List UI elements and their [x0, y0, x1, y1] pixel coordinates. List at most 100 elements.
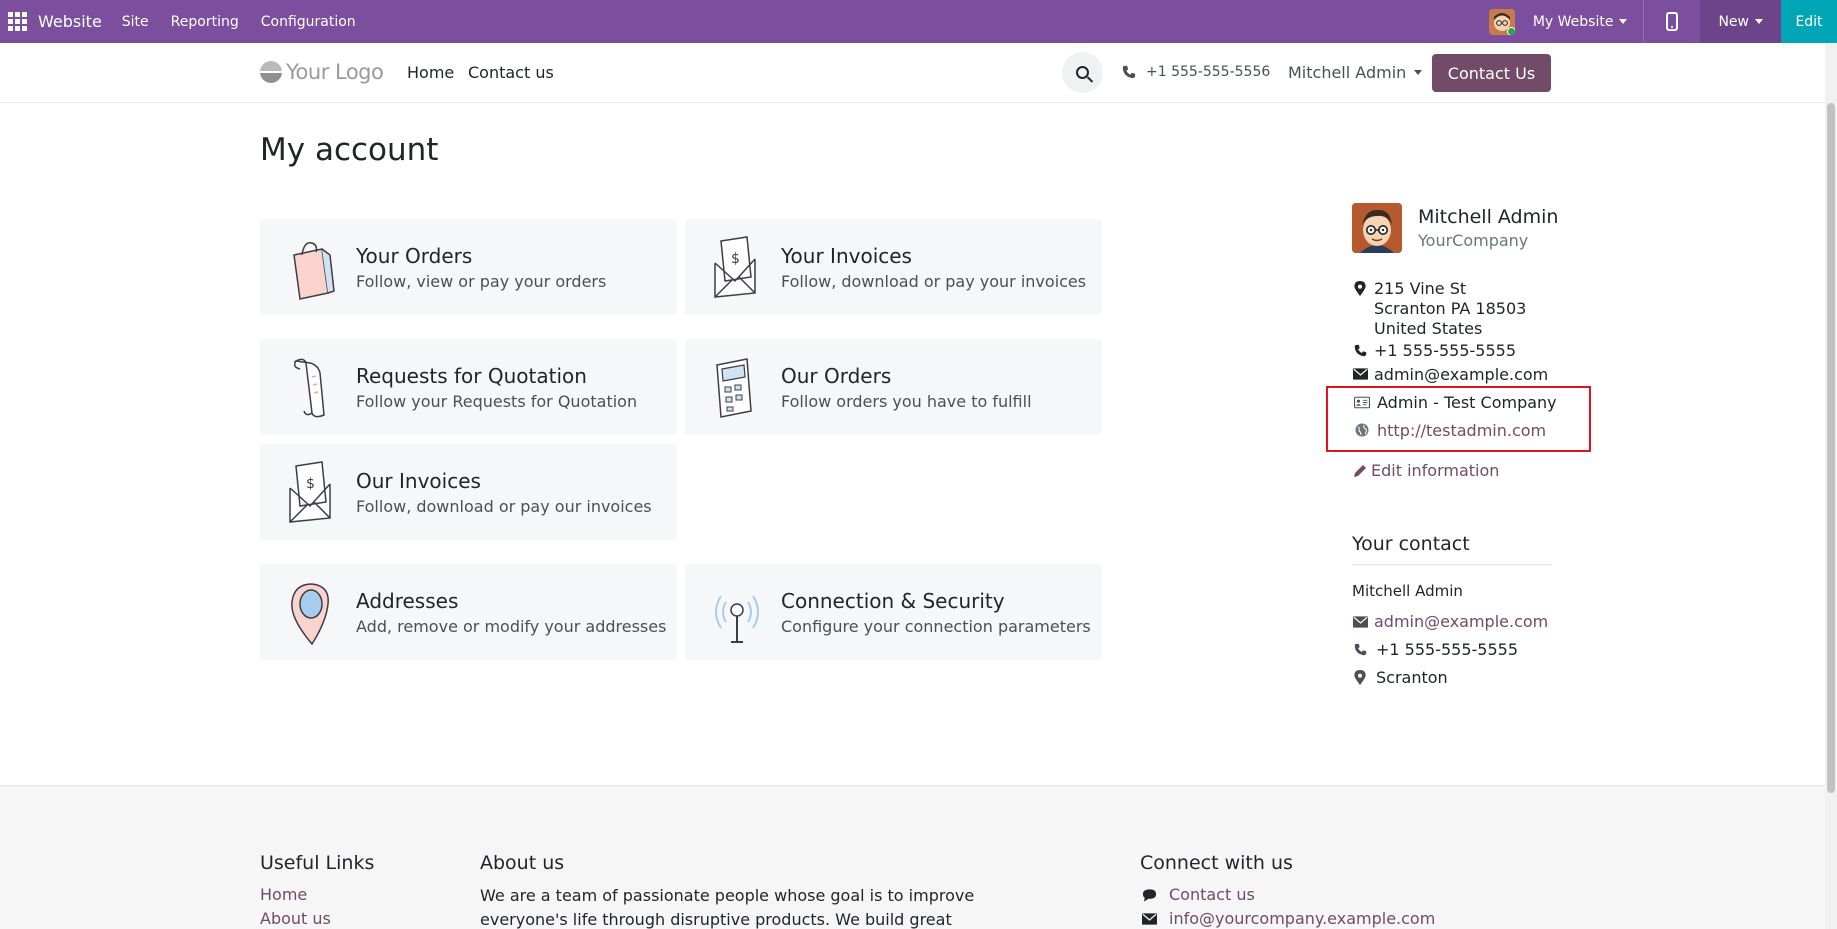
map-marker-icon: [1352, 280, 1368, 296]
profile-phone: +1 555-555-5555: [1374, 341, 1517, 360]
envelope-icon: [1352, 366, 1368, 382]
footer-link-about-us[interactable]: About us: [260, 909, 331, 928]
phone-icon: [1352, 641, 1368, 657]
header-phone-number: +1 555-555-5556: [1146, 64, 1271, 80]
website-header: Your Logo Home Contact us +1 555-555-555…: [0, 43, 1825, 103]
contact-phone: +1 555-555-5555: [1376, 640, 1519, 659]
card-our-orders[interactable]: Our Orders Follow orders you have to ful…: [685, 339, 1102, 435]
profile-street: 215 Vine St: [1374, 279, 1467, 298]
contact-us-button[interactable]: Contact Us: [1432, 54, 1551, 92]
footer-link-home[interactable]: Home: [260, 885, 307, 904]
svg-text:$: $: [306, 476, 315, 492]
edit-button[interactable]: Edit: [1781, 0, 1837, 43]
mobile-phone-icon: [1666, 12, 1679, 31]
user-avatar[interactable]: [1488, 8, 1515, 35]
user-menu-label: Mitchell Admin: [1288, 63, 1407, 82]
new-button[interactable]: New: [1700, 0, 1781, 43]
online-status-dot: [1506, 26, 1515, 35]
chevron-down-icon: [1755, 19, 1763, 24]
card-title: Connection & Security: [781, 589, 1005, 613]
card-description: Follow, download or pay your invoices: [781, 272, 1087, 291]
odoo-topbar: Website Site Reporting Configuration My …: [0, 0, 1837, 43]
shopping-bag-icon: [293, 242, 335, 300]
card-description: Configure your connection parameters: [781, 617, 1091, 636]
avatar-face-icon: [1352, 203, 1402, 253]
card-description: Follow orders you have to fulfill: [781, 392, 1032, 411]
card-title: Addresses: [356, 589, 459, 613]
card-your-orders[interactable]: Your Orders Follow, view or pay your ord…: [260, 219, 677, 315]
site-logo[interactable]: Your Logo: [260, 60, 384, 84]
website-selector[interactable]: My Website: [1533, 14, 1628, 30]
card-connection-security[interactable]: Connection & Security Configure your con…: [685, 564, 1102, 660]
svg-text:$: $: [731, 251, 740, 267]
logo-mark-icon: [260, 61, 282, 83]
map-pin-icon: [291, 583, 329, 646]
apps-grid-icon: [7, 12, 27, 31]
profile-company-name: Admin - Test Company: [1377, 393, 1557, 412]
calculator-icon: [716, 358, 752, 418]
comment-icon: [1141, 887, 1157, 903]
antenna-icon: [715, 595, 759, 643]
card-addresses[interactable]: Addresses Add, remove or modify your add…: [260, 564, 677, 660]
id-card-icon: [1354, 394, 1370, 410]
phone-icon: [1352, 342, 1368, 358]
scrollbar-thumb[interactable]: [1827, 103, 1835, 793]
search-icon: [1076, 66, 1089, 79]
nav-home[interactable]: Home: [407, 63, 454, 82]
card-description: Follow, download or pay our invoices: [356, 497, 652, 516]
card-title: Our Invoices: [356, 469, 481, 493]
mobile-preview-button[interactable]: [1644, 0, 1700, 43]
card-description: Follow, view or pay your orders: [356, 272, 607, 291]
card-title: Your Invoices: [781, 244, 912, 268]
search-button[interactable]: [1062, 52, 1103, 93]
envelope-icon: [1352, 614, 1368, 630]
topbar-menu-site[interactable]: Site: [122, 14, 149, 30]
footer-about-text: We are a team of passionate people whose…: [480, 886, 975, 929]
page-title: My account: [260, 132, 439, 168]
profile-name: Mitchell Admin: [1418, 206, 1559, 228]
nav-contact-us[interactable]: Contact us: [468, 63, 554, 82]
footer-email-link[interactable]: info@yourcompany.example.com: [1169, 909, 1435, 928]
logo-text: Your Logo: [286, 60, 384, 84]
apps-menu-button[interactable]: [2, 0, 32, 43]
profile-website-link[interactable]: http://testadmin.com: [1377, 421, 1546, 440]
footer-contact-us-link[interactable]: Contact us: [1169, 885, 1255, 904]
new-button-label: New: [1718, 13, 1749, 30]
chevron-down-icon: [1619, 19, 1628, 24]
globe-icon: [1354, 422, 1370, 438]
footer-connect-heading: Connect with us: [1140, 852, 1293, 874]
card-description: Follow your Requests for Quotation: [356, 392, 638, 411]
edit-information-label: Edit information: [1371, 461, 1500, 480]
profile-company: YourCompany: [1418, 231, 1529, 250]
header-phone[interactable]: +1 555-555-5556: [1122, 64, 1270, 80]
card-our-invoices[interactable]: $ Our Invoices Follow, download or pay o…: [260, 444, 677, 540]
footer: Useful Links Home About us About us We a…: [0, 785, 1825, 929]
footer-about-heading: About us: [480, 852, 565, 874]
chevron-down-icon: [1414, 70, 1423, 75]
website-selector-label: My Website: [1532, 13, 1614, 30]
profile-city: Scranton PA 18503: [1374, 299, 1527, 318]
card-title: Our Orders: [781, 364, 892, 388]
topbar-brand[interactable]: Website: [38, 12, 102, 31]
map-marker-icon: [1352, 669, 1368, 685]
phone-icon: [1122, 65, 1136, 79]
card-title: Requests for Quotation: [356, 364, 587, 388]
pencil-icon: [1354, 464, 1366, 477]
topbar-menu-reporting[interactable]: Reporting: [171, 14, 239, 30]
card-title: Your Orders: [356, 244, 473, 268]
profile-avatar: [1352, 203, 1402, 253]
user-menu-dropdown[interactable]: Mitchell Admin: [1288, 63, 1423, 82]
card-your-invoices[interactable]: $ Your Invoices Follow, download or pay …: [685, 219, 1102, 315]
invoice-envelope-icon: $: [289, 461, 331, 523]
card-requests-for-quotation[interactable]: Requests for Quotation Follow your Reque…: [260, 339, 677, 435]
your-contact-heading: Your contact: [1352, 533, 1470, 555]
card-description: Add, remove or modify your addresses: [356, 617, 667, 636]
contact-email-link[interactable]: admin@example.com: [1374, 612, 1548, 631]
topbar-menu-configuration[interactable]: Configuration: [261, 14, 356, 30]
page-scrollbar[interactable]: [1825, 43, 1837, 929]
contact-name: Mitchell Admin: [1352, 582, 1463, 600]
invoice-envelope-icon: $: [714, 236, 756, 298]
profile-country: United States: [1374, 319, 1483, 338]
profile-email: admin@example.com: [1374, 365, 1549, 384]
edit-information-link[interactable]: Edit information: [1353, 461, 1499, 480]
